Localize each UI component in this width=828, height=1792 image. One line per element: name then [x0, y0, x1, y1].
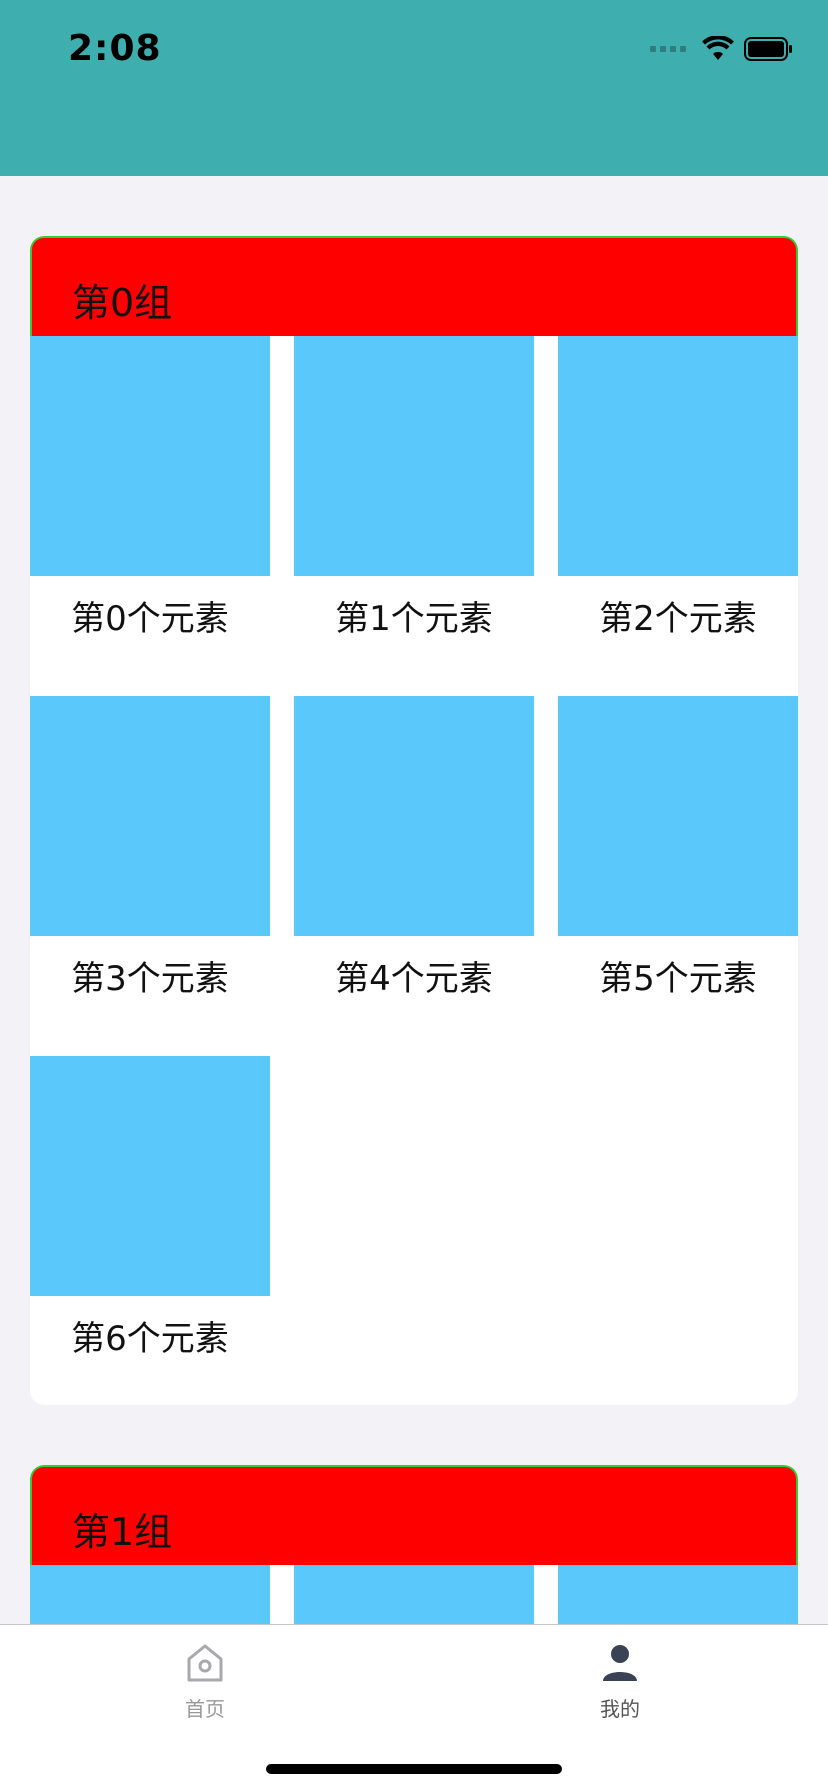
grid-item-image — [558, 1565, 798, 1624]
cellular-signal-icon — [650, 46, 686, 52]
group-header: 第0组 — [30, 236, 798, 336]
status-indicators — [650, 34, 794, 64]
grid-item[interactable]: 第3个元素 — [30, 696, 270, 1056]
group-header: 第1组 — [30, 1465, 798, 1565]
grid-item-label: 第3个元素 — [71, 959, 229, 999]
group-section-1: 第1组 — [30, 1465, 798, 1624]
grid-item-image — [294, 336, 534, 576]
grid-item-image — [294, 1565, 534, 1624]
home-indicator[interactable] — [266, 1764, 562, 1774]
group-title: 第0组 — [72, 281, 173, 325]
home-icon — [187, 1644, 223, 1682]
grid-item[interactable]: 第6个元素 — [30, 1056, 270, 1405]
grid-item-label: 第2个元素 — [599, 599, 757, 639]
grid-item-label: 第5个元素 — [599, 959, 757, 999]
grid-item[interactable]: 第5个元素 — [558, 696, 798, 1056]
grid-item-label: 第4个元素 — [335, 959, 493, 999]
battery-icon — [744, 37, 792, 61]
grid-item-image — [294, 696, 534, 936]
navigation-bar: 2:08 — [0, 0, 828, 176]
tab-home[interactable]: 首页 — [105, 1641, 305, 1722]
grid-item[interactable]: 第0个元素 — [30, 336, 270, 696]
group-section-0: 第0组 第0个元素 第1个元素 第2个元素 第3个元素 第4个元素 第5个元素 — [30, 236, 798, 1405]
grid-item-image — [30, 336, 270, 576]
tab-mine[interactable]: 我的 — [520, 1641, 720, 1722]
grid-item[interactable]: 第1个元素 — [294, 336, 534, 696]
grid-item-image — [558, 336, 798, 576]
grid-item[interactable]: 第2个元素 — [558, 336, 798, 696]
grid-item-label: 第6个元素 — [71, 1319, 229, 1359]
wifi-icon — [702, 36, 734, 60]
tab-label: 首页 — [185, 1697, 225, 1721]
grid-item-image — [30, 696, 270, 936]
grid-item[interactable]: 第4个元素 — [294, 696, 534, 1056]
grid-item-image — [30, 1565, 270, 1624]
grid-item[interactable] — [294, 1565, 534, 1624]
collection-view[interactable]: 第0组 第0个元素 第1个元素 第2个元素 第3个元素 第4个元素 第5个元素 — [0, 176, 828, 1624]
group-title: 第1组 — [72, 1510, 173, 1554]
grid-item-label: 第1个元素 — [335, 599, 493, 639]
grid-item[interactable] — [30, 1565, 270, 1624]
grid-item-image — [558, 696, 798, 936]
grid-item-image — [30, 1056, 270, 1296]
grid-item[interactable] — [558, 1565, 798, 1624]
person-icon — [603, 1645, 637, 1681]
status-time: 2:08 — [68, 28, 162, 69]
tab-label: 我的 — [600, 1697, 640, 1721]
grid-item-label: 第0个元素 — [71, 599, 229, 639]
